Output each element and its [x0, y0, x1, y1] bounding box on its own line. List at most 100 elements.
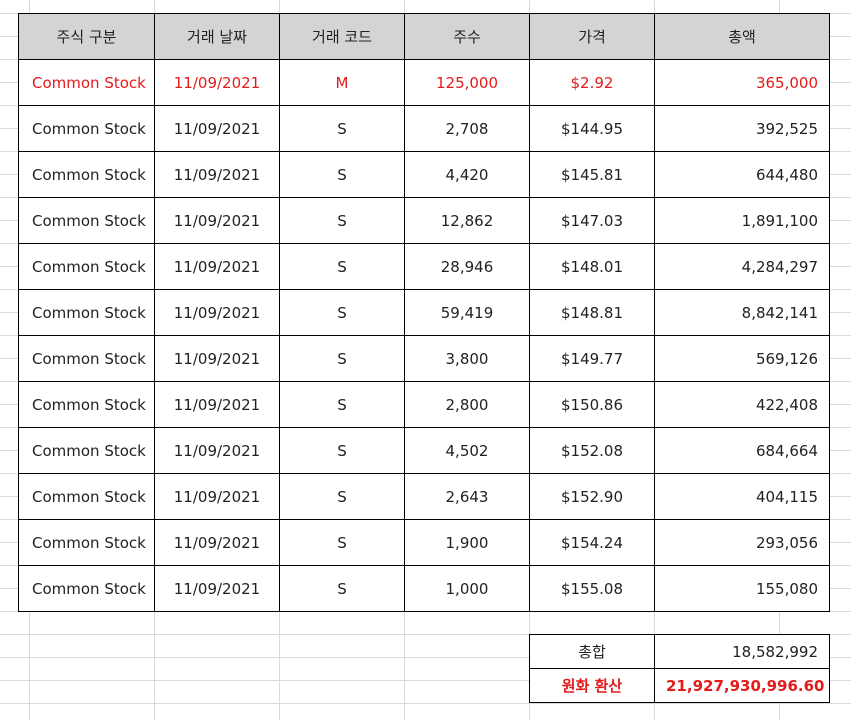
cell-trade-date[interactable]: 11/09/2021 — [154, 519, 280, 566]
cell-trade-code[interactable]: S — [279, 151, 405, 198]
header-total-amount[interactable]: 총액 — [654, 13, 830, 60]
krw-label[interactable]: 원화 환산 — [529, 668, 655, 703]
cell-stock-type[interactable]: Common Stock — [18, 519, 155, 566]
cell-trade-code[interactable]: S — [279, 427, 405, 474]
cell-price[interactable]: $2.92 — [529, 59, 655, 106]
table-row: Common Stock 11/09/2021 S 2,800 $150.86 422,4… — [18, 381, 830, 428]
cell-shares[interactable]: 1,900 — [404, 519, 530, 566]
cell-trade-date[interactable]: 11/09/2021 — [154, 427, 280, 474]
header-stock-type[interactable]: 주식 구분 — [18, 13, 155, 60]
cell-trade-date[interactable]: 11/09/2021 — [154, 197, 280, 244]
cell-trade-date[interactable]: 11/09/2021 — [154, 381, 280, 428]
cell-trade-date[interactable]: 11/09/2021 — [154, 335, 280, 382]
cell-stock-type[interactable]: Common Stock — [18, 427, 155, 474]
cell-shares[interactable]: 3,800 — [404, 335, 530, 382]
cell-stock-type[interactable]: Common Stock — [18, 59, 155, 106]
cell-shares[interactable]: 2,800 — [404, 381, 530, 428]
cell-total-amount[interactable]: 644,480 — [654, 151, 830, 198]
cell-total-amount[interactable]: 392,525 — [654, 105, 830, 152]
cell-trade-code[interactable]: M — [279, 59, 405, 106]
cell-shares[interactable]: 59,419 — [404, 289, 530, 336]
cell-trade-date[interactable]: 11/09/2021 — [154, 105, 280, 152]
cell-trade-code[interactable]: S — [279, 473, 405, 520]
cell-price[interactable]: $149.77 — [529, 335, 655, 382]
cell-trade-date[interactable]: 11/09/2021 — [154, 289, 280, 336]
cell-stock-type[interactable]: Common Stock — [18, 381, 155, 428]
cell-total-amount[interactable]: 155,080 — [654, 565, 830, 612]
cell-stock-type[interactable]: Common Stock — [18, 243, 155, 290]
cell-stock-type[interactable]: Common Stock — [18, 151, 155, 198]
cell-trade-code[interactable]: S — [279, 289, 405, 336]
summary-krw-row: 원화 환산 21,927,930,996.60 — [529, 668, 830, 703]
total-label[interactable]: 총합 — [529, 634, 655, 669]
cell-stock-type[interactable]: Common Stock — [18, 105, 155, 152]
cell-trade-date[interactable]: 11/09/2021 — [154, 565, 280, 612]
cell-total-amount[interactable]: 404,115 — [654, 473, 830, 520]
cell-price[interactable]: $148.81 — [529, 289, 655, 336]
cell-price[interactable]: $152.90 — [529, 473, 655, 520]
table-row: Common Stock 11/09/2021 S 4,502 $152.08 684,6… — [18, 427, 830, 474]
cell-trade-code[interactable]: S — [279, 105, 405, 152]
cell-shares[interactable]: 125,000 — [404, 59, 530, 106]
header-trade-code[interactable]: 거래 코드 — [279, 13, 405, 60]
cell-trade-date[interactable]: 11/09/2021 — [154, 59, 280, 106]
table-header-row: 주식 구분 거래 날짜 거래 코드 주수 가격 총액 — [18, 13, 830, 60]
table-body: Common Stock 11/09/2021 M 125,000 $2.92 365,0… — [18, 59, 830, 612]
cell-trade-date[interactable]: 11/09/2021 — [154, 473, 280, 520]
table-row: Common Stock 11/09/2021 S 4,420 $145.81 644,4… — [18, 151, 830, 198]
table-row: Common Stock 11/09/2021 S 1,000 $155.08 155,0… — [18, 565, 830, 612]
cell-price[interactable]: $145.81 — [529, 151, 655, 198]
table-row: Common Stock 11/09/2021 S 1,900 $154.24 293,0… — [18, 519, 830, 566]
total-value[interactable]: 18,582,992 — [654, 634, 830, 669]
cell-shares[interactable]: 1,000 — [404, 565, 530, 612]
cell-trade-code[interactable]: S — [279, 243, 405, 290]
cell-shares[interactable]: 2,708 — [404, 105, 530, 152]
stock-transactions-table: 주식 구분 거래 날짜 거래 코드 주수 가격 총액 Common Stock 1… — [18, 13, 830, 612]
cell-price[interactable]: $154.24 — [529, 519, 655, 566]
cell-stock-type[interactable]: Common Stock — [18, 473, 155, 520]
cell-total-amount[interactable]: 684,664 — [654, 427, 830, 474]
cell-trade-code[interactable]: S — [279, 565, 405, 612]
table-row: Common Stock 11/09/2021 S 2,708 $144.95 392,5… — [18, 105, 830, 152]
cell-total-amount[interactable]: 422,408 — [654, 381, 830, 428]
table-row: Common Stock 11/09/2021 S 28,946 $148.01 4,28… — [18, 243, 830, 290]
cell-trade-code[interactable]: S — [279, 197, 405, 244]
cell-shares[interactable]: 4,420 — [404, 151, 530, 198]
cell-total-amount[interactable]: 365,000 — [654, 59, 830, 106]
cell-price[interactable]: $155.08 — [529, 565, 655, 612]
table-row: Common Stock 11/09/2021 S 3,800 $149.77 569,1… — [18, 335, 830, 382]
table-row: Common Stock 11/09/2021 S 2,643 $152.90 404,1… — [18, 473, 830, 520]
cell-trade-code[interactable]: S — [279, 519, 405, 566]
table-row: Common Stock 11/09/2021 S 59,419 $148.81 8,84… — [18, 289, 830, 336]
header-price[interactable]: 가격 — [529, 13, 655, 60]
cell-shares[interactable]: 28,946 — [404, 243, 530, 290]
cell-price[interactable]: $150.86 — [529, 381, 655, 428]
summary-total-row: 총합 18,582,992 — [529, 634, 830, 669]
cell-trade-date[interactable]: 11/09/2021 — [154, 151, 280, 198]
cell-price[interactable]: $144.95 — [529, 105, 655, 152]
header-shares[interactable]: 주수 — [404, 13, 530, 60]
summary-table: 총합 18,582,992 원화 환산 21,927,930,996.60 — [529, 634, 830, 703]
cell-price[interactable]: $147.03 — [529, 197, 655, 244]
cell-shares[interactable]: 12,862 — [404, 197, 530, 244]
cell-trade-code[interactable]: S — [279, 335, 405, 382]
table-row: Common Stock 11/09/2021 M 125,000 $2.92 365,0… — [18, 59, 830, 106]
header-trade-date[interactable]: 거래 날짜 — [154, 13, 280, 60]
cell-total-amount[interactable]: 4,284,297 — [654, 243, 830, 290]
cell-stock-type[interactable]: Common Stock — [18, 565, 155, 612]
cell-stock-type[interactable]: Common Stock — [18, 197, 155, 244]
cell-trade-code[interactable]: S — [279, 381, 405, 428]
cell-total-amount[interactable]: 569,126 — [654, 335, 830, 382]
cell-price[interactable]: $148.01 — [529, 243, 655, 290]
cell-total-amount[interactable]: 1,891,100 — [654, 197, 830, 244]
cell-shares[interactable]: 2,643 — [404, 473, 530, 520]
cell-shares[interactable]: 4,502 — [404, 427, 530, 474]
table-row: Common Stock 11/09/2021 S 12,862 $147.03 1,89… — [18, 197, 830, 244]
cell-total-amount[interactable]: 8,842,141 — [654, 289, 830, 336]
cell-stock-type[interactable]: Common Stock — [18, 289, 155, 336]
cell-price[interactable]: $152.08 — [529, 427, 655, 474]
cell-trade-date[interactable]: 11/09/2021 — [154, 243, 280, 290]
krw-value[interactable]: 21,927,930,996.60 — [654, 668, 830, 703]
cell-stock-type[interactable]: Common Stock — [18, 335, 155, 382]
cell-total-amount[interactable]: 293,056 — [654, 519, 830, 566]
